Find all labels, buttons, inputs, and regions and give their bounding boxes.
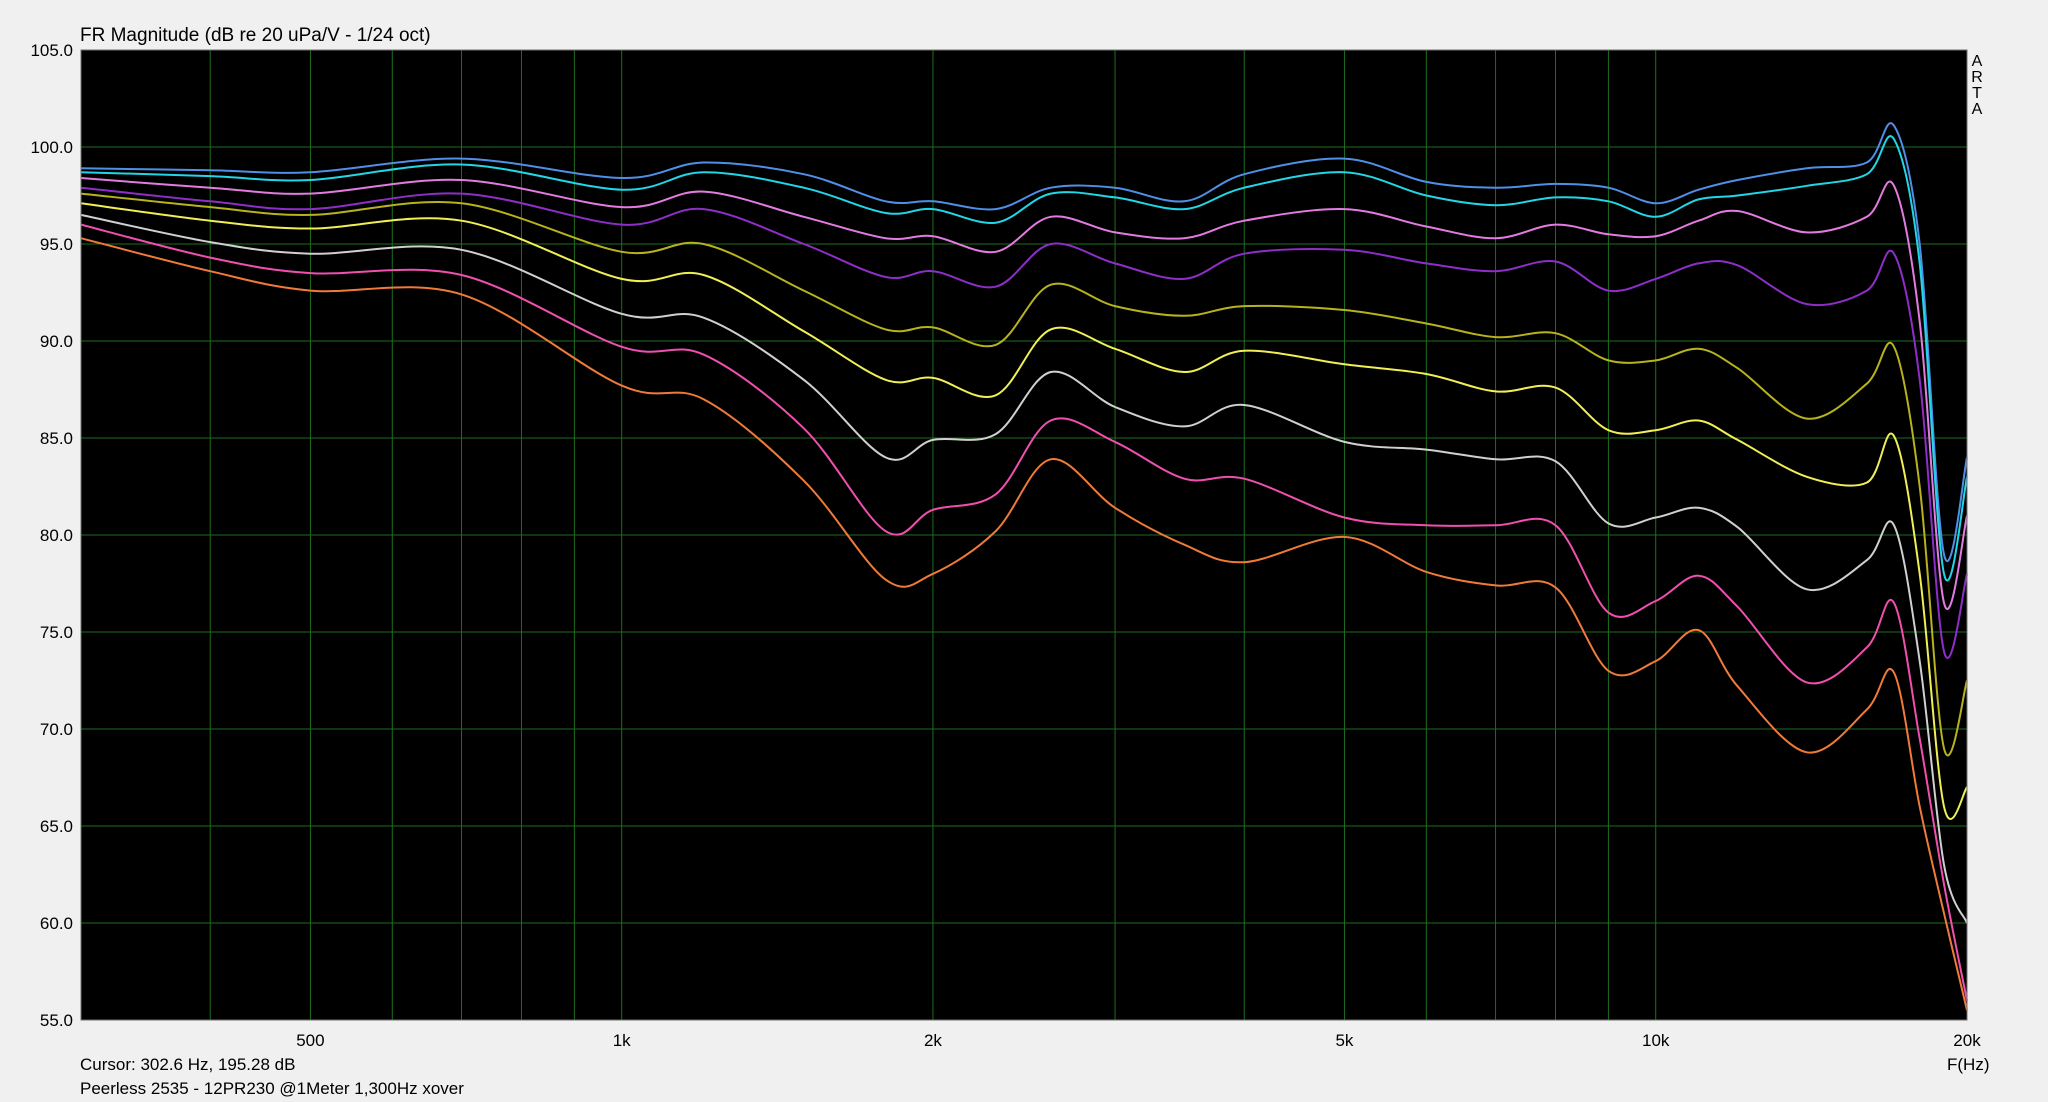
x-tick-label: 20k (1953, 1031, 1981, 1050)
y-tick-label: 70.0 (40, 720, 73, 739)
y-tick-label: 65.0 (40, 817, 73, 836)
cursor-readout: Cursor: 302.6 Hz, 195.28 dB (80, 1055, 295, 1074)
arta-brand-letter: T (1972, 85, 1982, 102)
y-tick-label: 55.0 (40, 1011, 73, 1030)
x-tick-label: 500 (296, 1031, 324, 1050)
x-axis-label: F(Hz) (1947, 1055, 1989, 1074)
arta-brand-letter: R (1971, 69, 1983, 86)
frequency-response-chart: FR Magnitude (dB re 20 uPa/V - 1/24 oct)… (0, 0, 2048, 1102)
x-tick-label: 10k (1642, 1031, 1670, 1050)
y-tick-label: 75.0 (40, 623, 73, 642)
arta-brand-letter: A (1972, 101, 1983, 118)
arta-brand: A R T A (1971, 53, 1983, 118)
y-tick-label: 80.0 (40, 526, 73, 545)
x-tick-label: 2k (924, 1031, 942, 1050)
arta-brand-letter: A (1972, 53, 1983, 70)
y-tick-label: 60.0 (40, 914, 73, 933)
y-tick-label: 95.0 (40, 235, 73, 254)
y-tick-label: 90.0 (40, 332, 73, 351)
y-tick-label: 85.0 (40, 429, 73, 448)
x-tick-label: 5k (1335, 1031, 1353, 1050)
x-tick-label: 1k (613, 1031, 631, 1050)
chart-title: FR Magnitude (dB re 20 uPa/V - 1/24 oct) (80, 25, 431, 46)
y-tick-label: 105.0 (30, 41, 73, 60)
arta-window: FR Magnitude (dB re 20 uPa/V - 1/24 oct)… (0, 0, 2048, 1102)
measurement-caption: Peerless 2535 - 12PR230 @1Meter 1,300Hz … (80, 1079, 464, 1098)
y-tick-label: 100.0 (30, 138, 73, 157)
